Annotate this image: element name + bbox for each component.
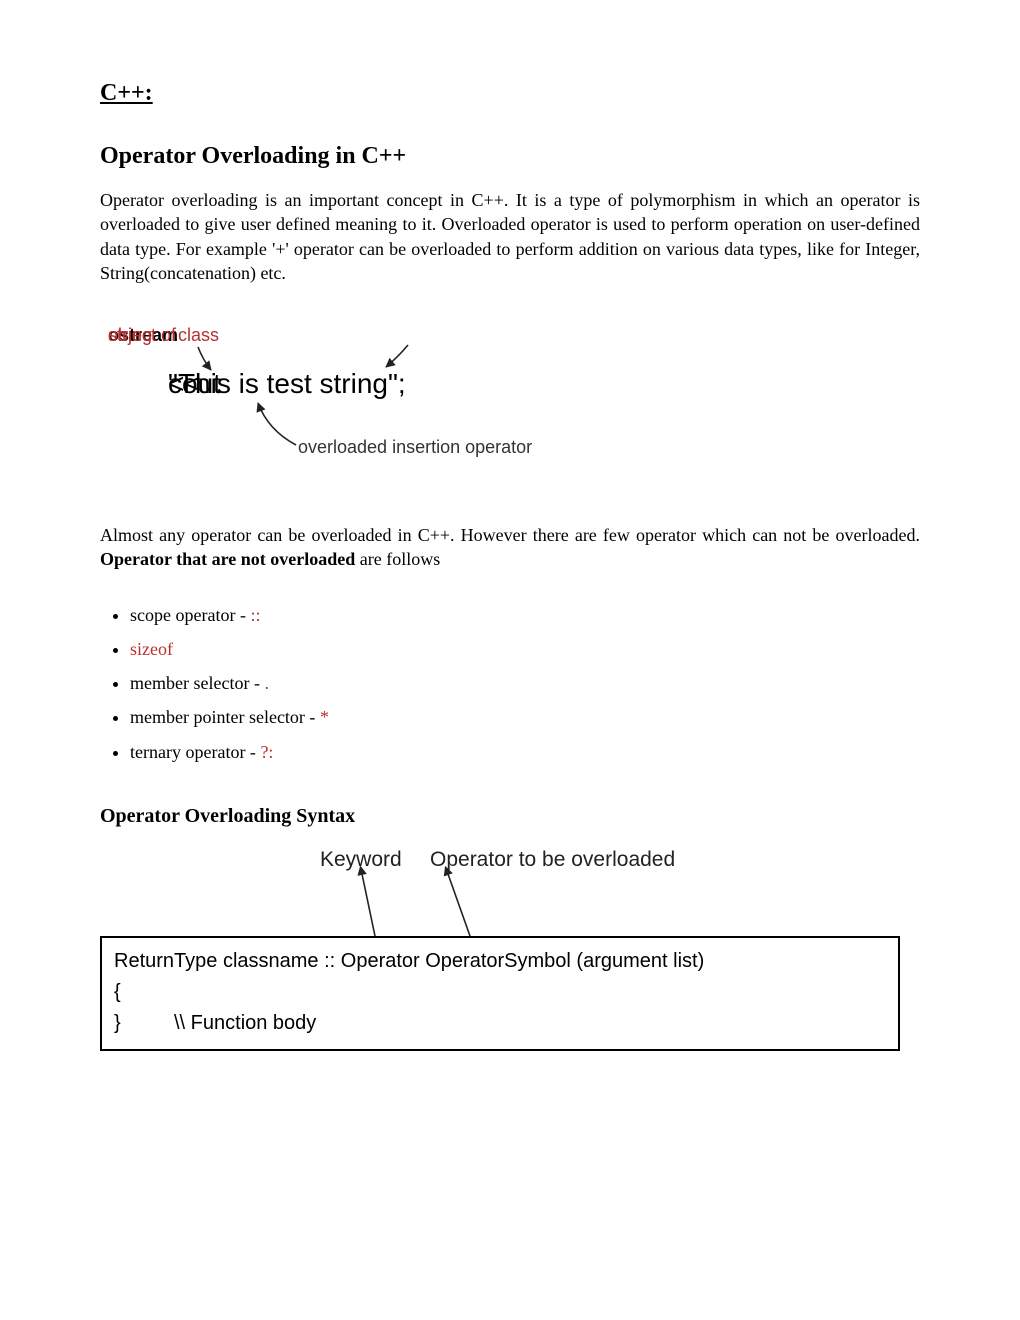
syntax-line: { bbox=[114, 977, 886, 1008]
paragraph-text: Almost any operator can be overloaded in… bbox=[100, 525, 920, 545]
list-item-code: ?: bbox=[260, 742, 273, 762]
list-item-text: scope operator - bbox=[130, 605, 250, 625]
list-item: member pointer selector - * bbox=[130, 700, 920, 734]
non-overloadable-list: scope operator - :: sizeof member select… bbox=[100, 598, 920, 769]
list-item-code: :: bbox=[250, 605, 260, 625]
figure-arrows-2 bbox=[100, 848, 900, 948]
list-item-code: . bbox=[264, 673, 269, 693]
list-item: sizeof bbox=[130, 632, 920, 666]
subsection-heading: Operator Overloading Syntax bbox=[100, 805, 920, 828]
figure-cout-example: object of ostream class string cout << "… bbox=[108, 325, 920, 495]
list-item: member selector - . bbox=[130, 666, 920, 700]
figure-syntax-box: Keyword Operator to be overloaded Return… bbox=[100, 848, 920, 1068]
list-item: scope operator - :: bbox=[130, 598, 920, 632]
list-item-code: sizeof bbox=[130, 639, 173, 659]
list-item-code: * bbox=[320, 707, 329, 727]
list-item-text: member pointer selector - bbox=[130, 707, 320, 727]
syntax-box: ReturnType classname :: Operator Operato… bbox=[100, 936, 900, 1051]
list-item-text: member selector - bbox=[130, 673, 264, 693]
section-heading: Operator Overloading in C++ bbox=[100, 143, 920, 170]
paragraph-text: are follows bbox=[355, 549, 440, 569]
list-item: ternary operator - ?: bbox=[130, 735, 920, 769]
paragraph-cannot-overload: Almost any operator can be overloaded in… bbox=[100, 523, 920, 572]
list-item-text: ternary operator - bbox=[130, 742, 260, 762]
syntax-line: ReturnType classname :: Operator Operato… bbox=[114, 946, 886, 977]
intro-paragraph: Operator overloading is an important con… bbox=[100, 188, 920, 285]
syntax-line: \\ Function body bbox=[174, 1008, 316, 1039]
paragraph-bold: Operator that are not overloaded bbox=[100, 549, 355, 569]
document-title: C++: bbox=[100, 80, 920, 107]
figure-arrows bbox=[108, 325, 808, 495]
